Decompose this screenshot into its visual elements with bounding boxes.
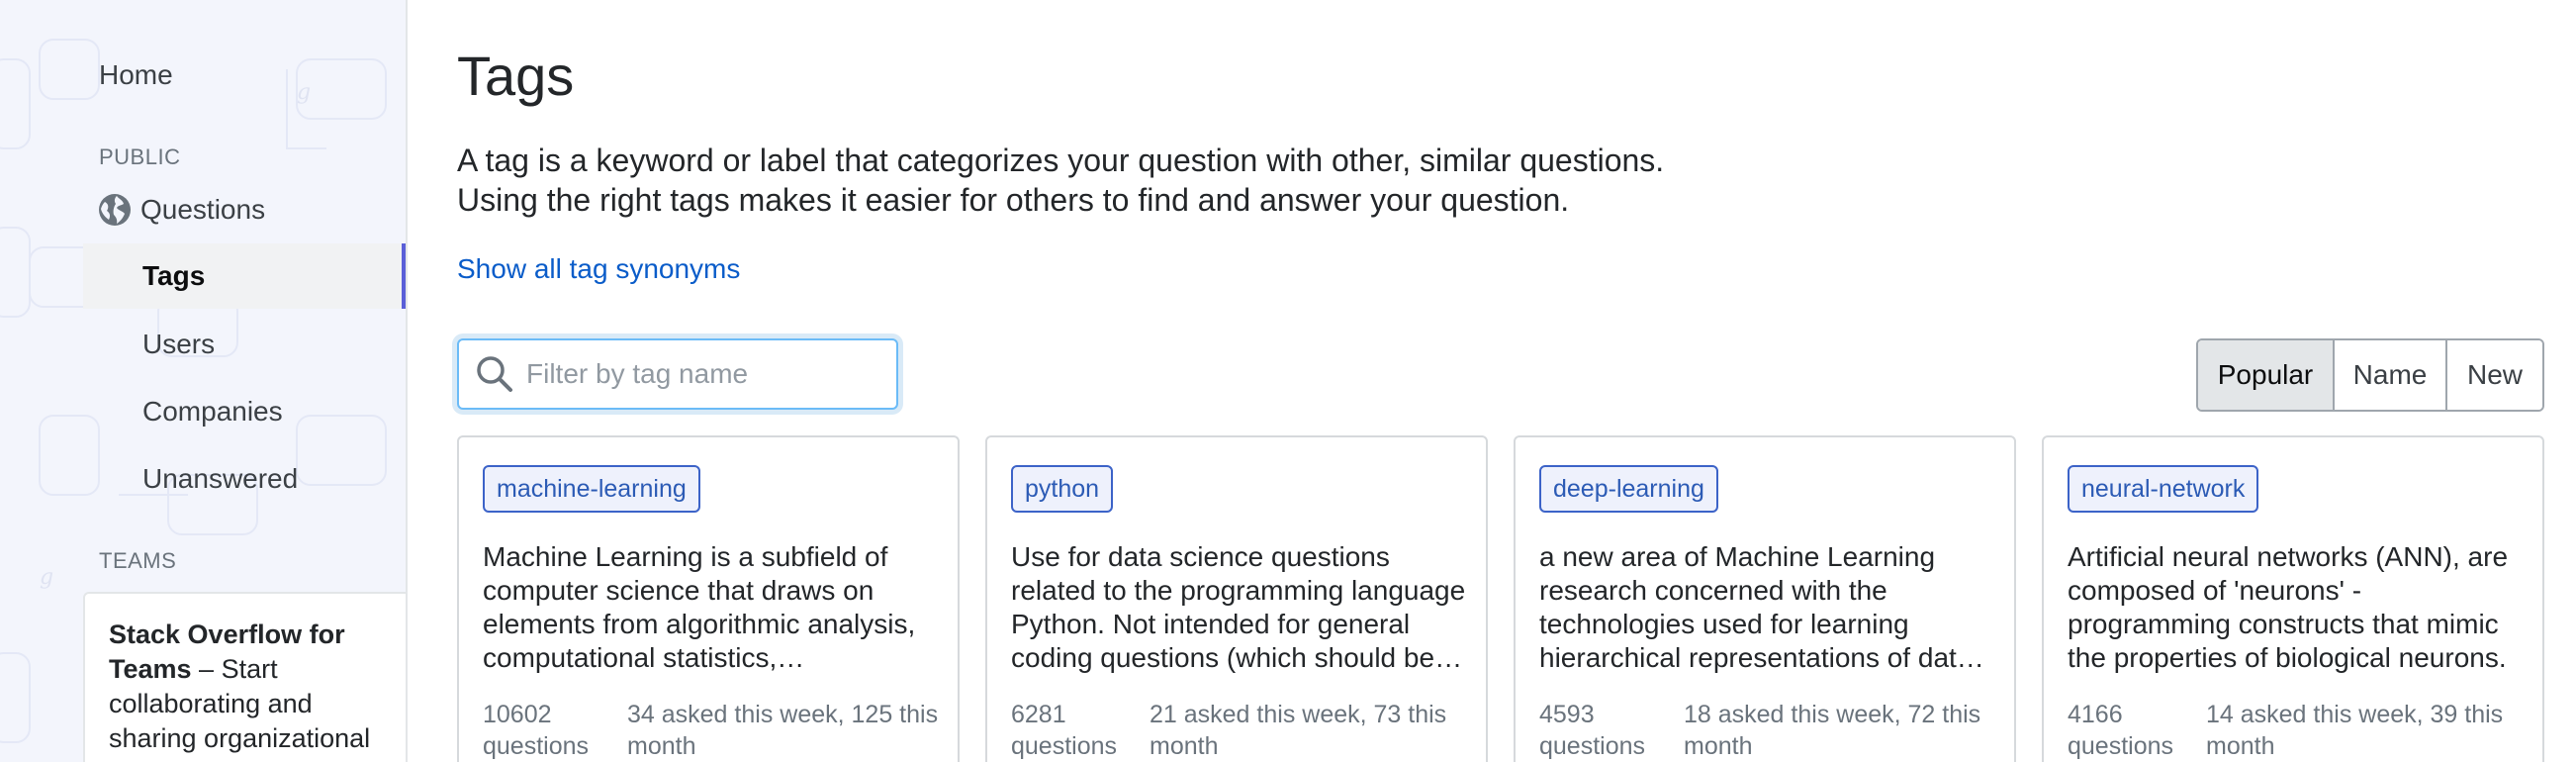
tag-sort-tabs: Popular Name New xyxy=(2196,338,2544,412)
nav-companies[interactable]: Companies xyxy=(83,380,406,443)
nav-unanswered-label: Unanswered xyxy=(142,463,299,494)
sort-new-button[interactable]: New xyxy=(2447,340,2542,410)
page-description-line-1: A tag is a keyword or label that categor… xyxy=(457,143,1665,178)
tag-stats: 6281 questions 21 asked this week, 73 th… xyxy=(1011,699,1476,762)
nav-unanswered[interactable]: Unanswered xyxy=(83,447,406,511)
tag-description: Machine Learning is a subfield of comput… xyxy=(483,541,916,673)
tag-link[interactable]: neural-network xyxy=(2068,465,2259,513)
tag-question-count-value: 4166 xyxy=(2068,701,2123,728)
nav-home-label: Home xyxy=(99,59,173,90)
tag-question-count: 4593 questions xyxy=(1539,699,1684,762)
tag-link[interactable]: python xyxy=(1011,465,1114,513)
tag-activity: 21 asked this week, 73 this month xyxy=(1150,701,1447,760)
tag-card: deep-learning a new area of Machine Lear… xyxy=(1514,435,2016,762)
nav-tags-label: Tags xyxy=(142,260,206,291)
tag-question-count: 6281 questions xyxy=(1011,699,1150,762)
tag-question-count-unit: questions xyxy=(483,732,590,760)
tag-activity: 18 asked this week, 72 this month xyxy=(1684,701,1981,760)
nav-heading-public: PUBLIC xyxy=(99,144,181,169)
nav-users-label: Users xyxy=(142,329,216,359)
nav-questions-label: Questions xyxy=(140,194,266,225)
show-tag-synonyms-link[interactable]: Show all tag synonyms xyxy=(457,253,740,285)
tag-filter-input[interactable] xyxy=(526,358,882,390)
tag-activity: 34 asked this week, 125 this month xyxy=(627,701,939,760)
nav-tags[interactable]: Tags xyxy=(83,243,406,309)
tag-description: Use for data science questions related t… xyxy=(1011,541,1466,673)
sort-popular-button[interactable]: Popular xyxy=(2198,340,2335,410)
tag-link[interactable]: deep-learning xyxy=(1539,465,1718,513)
tag-stats: 10602 questions 34 asked this week, 125 … xyxy=(483,699,948,762)
tag-activity: 14 asked this week, 39 this month xyxy=(2206,701,2504,760)
tag-question-count: 10602 questions xyxy=(483,699,627,762)
svg-text:g: g xyxy=(40,565,53,590)
nav-companies-label: Companies xyxy=(142,396,283,427)
tag-question-count-unit: questions xyxy=(1011,732,1118,760)
tag-card: machine-learning Machine Learning is a s… xyxy=(457,435,960,762)
page-title: Tags xyxy=(457,45,575,107)
page-description-line-2: Using the right tags makes it easier for… xyxy=(457,182,1570,218)
nav-heading-teams: TEAMS xyxy=(99,548,177,573)
tag-filter-box[interactable] xyxy=(457,338,898,410)
search-icon xyxy=(477,356,512,392)
tag-question-count-unit: questions xyxy=(2068,732,2174,760)
tag-description: a new area of Machine Learning research … xyxy=(1539,541,1980,673)
tag-question-count-value: 4593 xyxy=(1539,701,1595,728)
page-description: A tag is a keyword or label that categor… xyxy=(457,141,1842,220)
tag-question-count-unit: questions xyxy=(1539,732,1646,760)
teams-promo-card[interactable]: Stack Overflow for Teams – Start collabo… xyxy=(83,592,406,762)
left-sidebar: g g Home PUBLIC Questions Tags Users Com… xyxy=(0,0,408,762)
sort-name-button[interactable]: Name xyxy=(2335,340,2447,410)
nav-home[interactable]: Home xyxy=(99,46,406,105)
tag-stats: 4593 questions 18 asked this week, 72 th… xyxy=(1539,699,2004,762)
tag-stats: 4166 questions 14 asked this week, 39 th… xyxy=(2068,699,2532,762)
tag-question-count-value: 6281 xyxy=(1011,701,1066,728)
tag-card: python Use for data science questions re… xyxy=(985,435,1488,762)
tag-description: Artificial neural networks (ANN), are co… xyxy=(2068,541,2509,673)
main-content: Tags A tag is a keyword or label that ca… xyxy=(408,0,2576,762)
tag-card: neural-network Artificial neural network… xyxy=(2042,435,2544,762)
tag-question-count-value: 10602 xyxy=(483,701,552,728)
nav-users[interactable]: Users xyxy=(83,313,406,376)
globe-icon xyxy=(97,192,133,228)
nav-questions[interactable]: Questions xyxy=(97,178,406,241)
tag-question-count: 4166 questions xyxy=(2068,699,2206,762)
tag-link[interactable]: machine-learning xyxy=(483,465,700,513)
